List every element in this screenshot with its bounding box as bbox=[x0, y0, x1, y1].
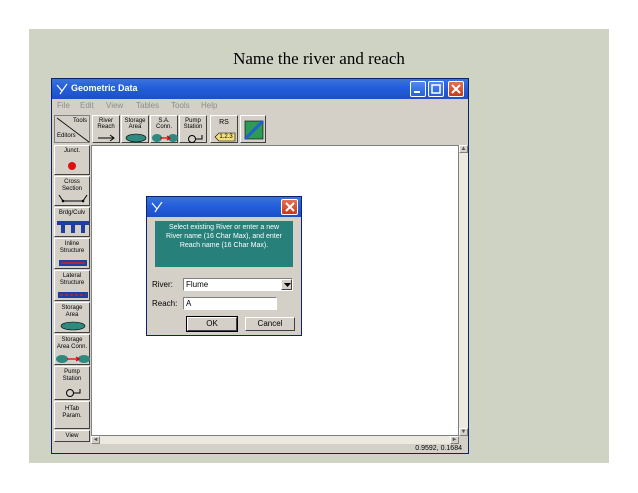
hec-ras-icon bbox=[56, 83, 68, 95]
map-view-button[interactable] bbox=[240, 115, 266, 143]
editor-sidebar: Junct. Cross Section Brdg/Culv Inline St… bbox=[54, 145, 90, 453]
chevron-down-icon bbox=[284, 283, 291, 287]
scroll-down-button[interactable]: ▼ bbox=[459, 428, 468, 436]
scroll-right-button[interactable]: ► bbox=[450, 436, 459, 444]
rs-number-label: 1.2.3 bbox=[219, 134, 233, 140]
view-button[interactable]: View bbox=[54, 430, 90, 442]
sa-connection-icon bbox=[152, 134, 178, 142]
storage-area-button[interactable]: Storage Area bbox=[121, 115, 149, 143]
status-bar: 0.9592, 0.1684 bbox=[52, 444, 468, 454]
minimize-icon bbox=[414, 91, 420, 93]
lateral-structure-button[interactable]: Lateral Structure bbox=[54, 270, 90, 301]
editors-label: Editors bbox=[57, 133, 76, 139]
slide-title: Name the river and reach bbox=[233, 49, 405, 68]
junction-button[interactable]: Junct. bbox=[54, 145, 90, 175]
tools-editors-toggle[interactable]: Tools Editors bbox=[54, 115, 90, 143]
cross-section-button[interactable]: Cross Section bbox=[54, 176, 90, 206]
close-button[interactable] bbox=[448, 81, 464, 97]
close-icon bbox=[285, 202, 295, 212]
scroll-up-button[interactable]: ▲ bbox=[459, 145, 468, 153]
pump-icon bbox=[188, 135, 203, 143]
close-icon bbox=[451, 84, 461, 94]
view-label: View bbox=[65, 433, 79, 439]
inline-structure-icon bbox=[59, 260, 87, 266]
pump-station-side-button[interactable]: Pump Station bbox=[54, 366, 90, 400]
storage-area-side-icon bbox=[60, 321, 86, 331]
storage-area-side-button[interactable]: Storage Area bbox=[54, 302, 90, 333]
horizontal-scrollbar[interactable]: ◄ ► bbox=[91, 436, 459, 444]
coordinate-readout: 0.9592, 0.1684 bbox=[415, 445, 462, 452]
ok-button[interactable]: OK bbox=[186, 316, 238, 332]
pump-side-icon bbox=[66, 389, 81, 397]
river-arrow-icon bbox=[98, 134, 115, 142]
river-value: Flume bbox=[186, 280, 209, 289]
dialog-titlebar[interactable] bbox=[147, 197, 301, 217]
maximize-button[interactable] bbox=[428, 81, 444, 97]
scroll-left-button[interactable]: ◄ bbox=[91, 436, 100, 444]
pump-station-button[interactable]: Pump Station bbox=[179, 115, 207, 143]
tools-label: Tools bbox=[73, 118, 88, 124]
cancel-button[interactable]: Cancel bbox=[245, 317, 295, 331]
river-combobox[interactable]: Flume bbox=[183, 278, 293, 291]
junction-dot-icon bbox=[68, 162, 76, 170]
river-dropdown-button[interactable] bbox=[281, 279, 292, 290]
storage-area-icon bbox=[125, 133, 147, 143]
menu-edit[interactable]: Edit bbox=[80, 101, 94, 110]
river-reach-button[interactable]: River Reach bbox=[92, 115, 120, 143]
htab-param-button[interactable]: HTab Param. bbox=[54, 401, 90, 429]
reach-label: Reach: bbox=[152, 299, 178, 308]
map-icon bbox=[243, 119, 265, 141]
window-title: Geometric Data bbox=[71, 83, 138, 93]
dialog-close-button[interactable] bbox=[281, 199, 298, 215]
menu-help[interactable]: Help bbox=[201, 101, 217, 110]
bridge-icon bbox=[57, 221, 89, 233]
cross-section-icon bbox=[58, 194, 88, 203]
vertical-scrollbar[interactable]: ▲ ▼ bbox=[459, 145, 468, 436]
bridge-culvert-button[interactable]: Brdg/Culv bbox=[54, 207, 90, 237]
dialog-instructions: Select existing River or enter a new Riv… bbox=[155, 221, 293, 267]
sa-connection-side-icon bbox=[56, 355, 90, 363]
sa-conn-button[interactable]: S.A. Conn. bbox=[150, 115, 178, 143]
menu-tables[interactable]: Tables bbox=[136, 101, 159, 110]
hec-ras-icon bbox=[151, 202, 163, 213]
window-titlebar[interactable]: Geometric Data bbox=[52, 79, 468, 99]
storage-area-conn-button[interactable]: Storage Area Conn. bbox=[54, 334, 90, 365]
reach-input[interactable] bbox=[183, 297, 277, 310]
menu-view[interactable]: View bbox=[106, 101, 123, 110]
river-reach-dialog: Select existing River or enter a new Riv… bbox=[146, 196, 302, 336]
htab-param-label: HTab Param. bbox=[62, 406, 82, 419]
menu-tools[interactable]: Tools bbox=[171, 101, 190, 110]
menu-bar: File Edit View Tables Tools Help bbox=[52, 99, 468, 113]
inline-structure-button[interactable]: Inline Structure bbox=[54, 238, 90, 269]
maximize-icon bbox=[431, 84, 441, 94]
menu-file[interactable]: File bbox=[57, 101, 70, 110]
minimize-button[interactable] bbox=[410, 81, 426, 97]
rs-button[interactable]: RS 1.2.3 bbox=[210, 115, 238, 143]
toolbar: Tools Editors River Reach Storage Area S… bbox=[52, 113, 468, 145]
river-label: River: bbox=[152, 280, 173, 289]
lateral-structure-icon bbox=[58, 292, 88, 298]
